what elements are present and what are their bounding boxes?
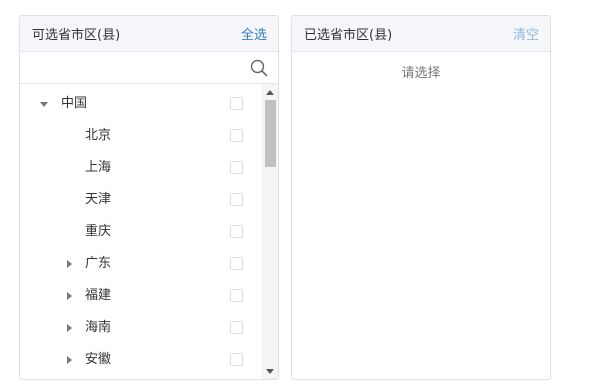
selected-panel-title: 已选省市区(县)	[304, 28, 393, 43]
empty-placeholder: 请选择	[401, 66, 441, 81]
tree-node-checkbox[interactable]	[230, 97, 243, 110]
tree-node-label: 重庆	[85, 224, 112, 239]
tree-node[interactable]: 海南	[20, 312, 262, 344]
tree-node[interactable]: 安徽	[20, 344, 262, 376]
tree-node[interactable]: 福建	[20, 280, 262, 312]
tree-node-label: 广东	[85, 256, 112, 271]
selected-panel-header: 已选省市区(县) 清空	[292, 16, 550, 52]
available-regions-panel: 可选省市区(县) 全选 中国北京上海天津重庆广东福建海南安徽	[19, 15, 279, 380]
caret-right-icon[interactable]	[64, 323, 74, 333]
search-icon[interactable]	[250, 59, 268, 77]
tree-node-checkbox[interactable]	[230, 289, 243, 302]
tree-node-checkbox[interactable]	[230, 161, 243, 174]
tree-node-label: 中国	[61, 96, 88, 111]
tree-node-label: 海南	[85, 320, 112, 335]
tree-node-label: 安徽	[85, 352, 112, 367]
caret-right-icon[interactable]	[64, 355, 74, 365]
caret-right-icon[interactable]	[64, 259, 74, 269]
available-panel-header: 可选省市区(县) 全选	[20, 16, 278, 52]
tree-node-checkbox[interactable]	[230, 321, 243, 334]
caret-right-icon[interactable]	[64, 291, 74, 301]
tree-node[interactable]: 北京	[20, 120, 262, 152]
select-all-link[interactable]: 全选	[241, 24, 267, 43]
scroll-up-arrow-icon[interactable]	[266, 90, 274, 95]
tree-node-label: 北京	[85, 128, 112, 143]
tree-node-checkbox[interactable]	[230, 353, 243, 366]
tree-node-checkbox[interactable]	[230, 129, 243, 142]
tree-node[interactable]: 重庆	[20, 216, 262, 248]
tree-node[interactable]: 中国	[20, 88, 262, 120]
tree-node-checkbox[interactable]	[230, 257, 243, 270]
region-tree: 中国北京上海天津重庆广东福建海南安徽	[20, 84, 262, 379]
clear-link[interactable]: 清空	[513, 24, 539, 43]
tree-node-label: 福建	[85, 288, 112, 303]
caret-down-icon[interactable]	[39, 99, 49, 109]
available-panel-title: 可选省市区(县)	[32, 28, 121, 43]
tree-node-label: 天津	[85, 192, 112, 207]
search-bar	[20, 52, 278, 84]
tree-node-checkbox[interactable]	[230, 225, 243, 238]
tree-node[interactable]: 广东	[20, 248, 262, 280]
scroll-down-arrow-icon[interactable]	[266, 369, 274, 374]
tree-scrollbar[interactable]	[262, 84, 278, 379]
region-search-input[interactable]	[20, 52, 240, 83]
tree-node[interactable]: 天津	[20, 184, 262, 216]
scrollbar-thumb[interactable]	[265, 100, 276, 167]
tree-node-checkbox[interactable]	[230, 193, 243, 206]
tree-node[interactable]: 上海	[20, 152, 262, 184]
tree-node-label: 上海	[85, 160, 112, 175]
selected-regions-panel: 已选省市区(县) 清空 请选择	[291, 15, 551, 380]
